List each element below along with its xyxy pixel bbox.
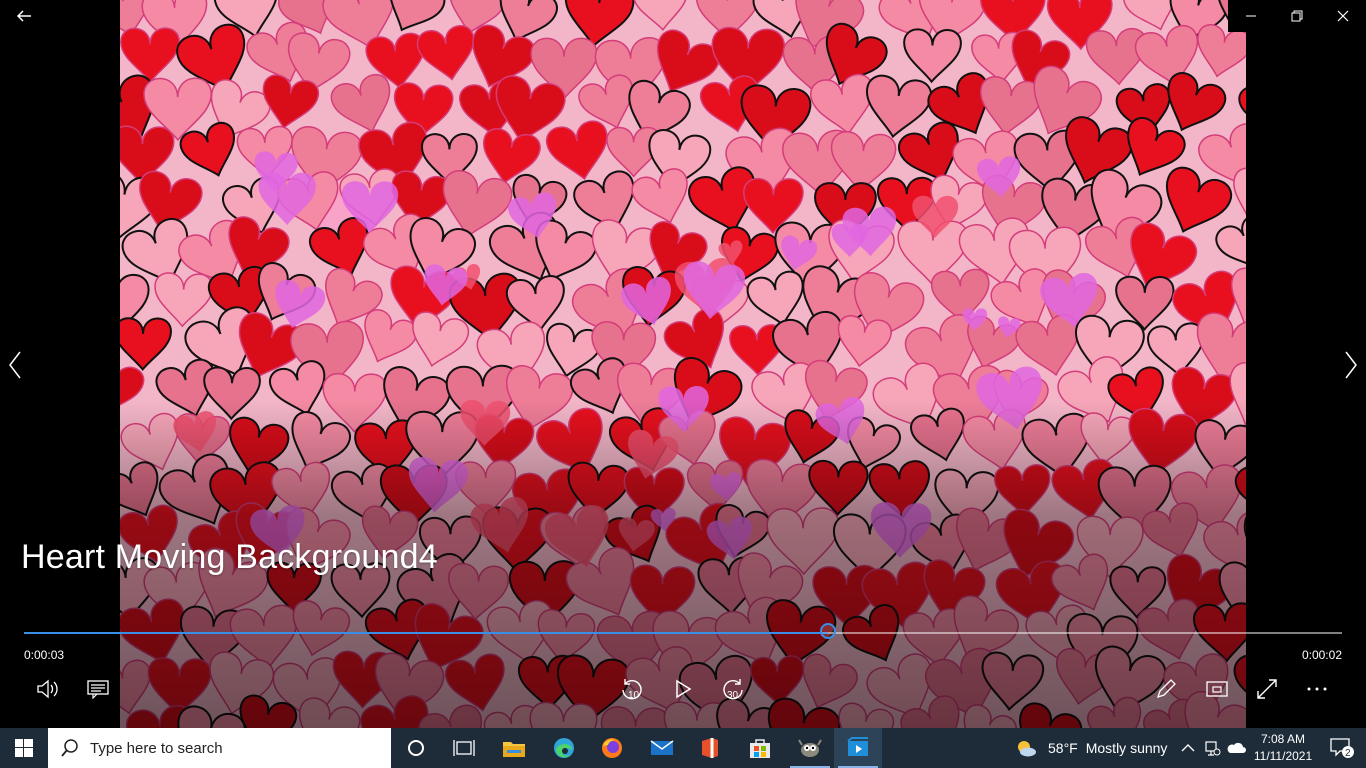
play-button[interactable] [665, 672, 701, 706]
taskbar-clock[interactable]: 7:08 AM 11/11/2021 [1248, 731, 1318, 765]
network-button[interactable] [1200, 728, 1224, 768]
skip-forward-label: 30 [727, 690, 739, 701]
volume-button[interactable] [30, 672, 66, 706]
video-title: Heart Moving Background4 [21, 538, 438, 576]
subtitles-button[interactable] [80, 672, 116, 706]
file-explorer-button[interactable] [490, 728, 538, 768]
minimize-icon [1246, 15, 1256, 17]
close-icon [1337, 10, 1349, 22]
taskbar-search[interactable]: Type here to search [48, 728, 391, 768]
time-elapsed: 0:00:03 [24, 648, 65, 662]
skip-forward-button[interactable]: 30 [715, 672, 751, 706]
start-button[interactable] [0, 728, 48, 768]
action-center-button[interactable]: 2 [1318, 728, 1366, 768]
show-hidden-icons-button[interactable] [1176, 728, 1200, 768]
subtitles-icon [87, 680, 109, 699]
restore-icon [1291, 10, 1303, 22]
gimp-icon [798, 739, 822, 757]
background-heart [330, 74, 391, 133]
background-heart [837, 315, 892, 368]
office-icon [702, 738, 718, 758]
onedrive-button[interactable] [1224, 728, 1248, 768]
firefox-button[interactable] [588, 728, 636, 768]
fullscreen-button[interactable] [1249, 672, 1285, 706]
chevron-right-icon [1345, 351, 1357, 379]
notification-icon: 2 [1330, 738, 1354, 759]
office-button[interactable] [686, 728, 734, 768]
movies-tv-button[interactable] [834, 728, 882, 768]
background-heart [546, 120, 608, 181]
clock-date: 11/11/2021 [1253, 749, 1313, 763]
more-options-icon [1307, 687, 1327, 691]
windows-logo-icon [15, 739, 33, 757]
volume-icon [37, 679, 58, 699]
skip-back-10-icon: 10 [622, 679, 642, 701]
media-player-window: Heart Moving Background4 0:00:03 0:00:02… [0, 0, 1366, 728]
firefox-icon [602, 738, 622, 758]
gimp-button[interactable] [786, 728, 834, 768]
more-options-button[interactable] [1299, 672, 1335, 706]
title-bar-buttons [1228, 0, 1366, 32]
back-button[interactable] [0, 0, 48, 32]
store-button[interactable] [736, 728, 784, 768]
edit-button[interactable] [1148, 672, 1184, 706]
mail-icon [650, 740, 674, 755]
skip-forward-30-icon: 30 [723, 679, 743, 701]
task-view-icon [453, 740, 475, 756]
minimize-button[interactable] [1228, 0, 1274, 32]
onedrive-cloud-icon [1227, 742, 1246, 753]
sun-cloud-icon [1018, 741, 1036, 757]
background-heart [746, 270, 804, 327]
weather-widget[interactable]: 58°F Mostly sunny [1014, 728, 1167, 768]
task-view-button[interactable] [440, 728, 488, 768]
taskbar: Type here to search 58°F Mostly sunny 7:… [0, 728, 1366, 768]
background-heart [980, 75, 1043, 137]
weather-temp: 58°F [1048, 740, 1078, 756]
back-arrow-icon [16, 10, 31, 22]
next-button[interactable] [1336, 345, 1366, 385]
cortana-icon [408, 740, 424, 756]
background-heart [416, 25, 475, 81]
mini-view-icon [1206, 681, 1228, 697]
seek-bar[interactable] [24, 623, 1342, 639]
seek-thumb[interactable] [819, 623, 836, 639]
edge-button[interactable] [540, 728, 588, 768]
time-remaining: 0:00:02 [1301, 648, 1342, 662]
fullscreen-icon [1257, 679, 1277, 699]
background-heart [903, 28, 962, 84]
store-icon [750, 739, 770, 758]
mail-button[interactable] [638, 728, 686, 768]
file-explorer-icon [503, 742, 525, 757]
restore-button[interactable] [1274, 0, 1320, 32]
skip-back-label: 10 [628, 690, 640, 701]
background-heart [120, 317, 172, 372]
movies-tv-icon [847, 737, 868, 756]
network-icon [1205, 741, 1221, 756]
previous-button[interactable] [0, 345, 30, 385]
edge-icon [554, 738, 574, 758]
background-heart [632, 0, 688, 31]
search-icon [61, 739, 78, 757]
close-button[interactable] [1320, 0, 1366, 32]
notification-count: 2 [1345, 748, 1351, 759]
cortana-button[interactable] [392, 728, 440, 768]
search-placeholder: Type here to search [90, 739, 223, 757]
clock-time: 7:08 AM [1260, 732, 1306, 746]
weather-desc: Mostly sunny [1085, 740, 1168, 756]
edit-pencil-icon [1156, 679, 1176, 699]
background-heart [120, 27, 180, 83]
background-heart [866, 74, 932, 139]
mini-view-button[interactable] [1199, 672, 1235, 706]
skip-back-button[interactable]: 10 [614, 672, 650, 706]
play-icon [676, 679, 692, 699]
seek-bar-progress [24, 632, 828, 634]
chevron-up-icon [1181, 744, 1195, 752]
chevron-left-icon [9, 351, 21, 379]
